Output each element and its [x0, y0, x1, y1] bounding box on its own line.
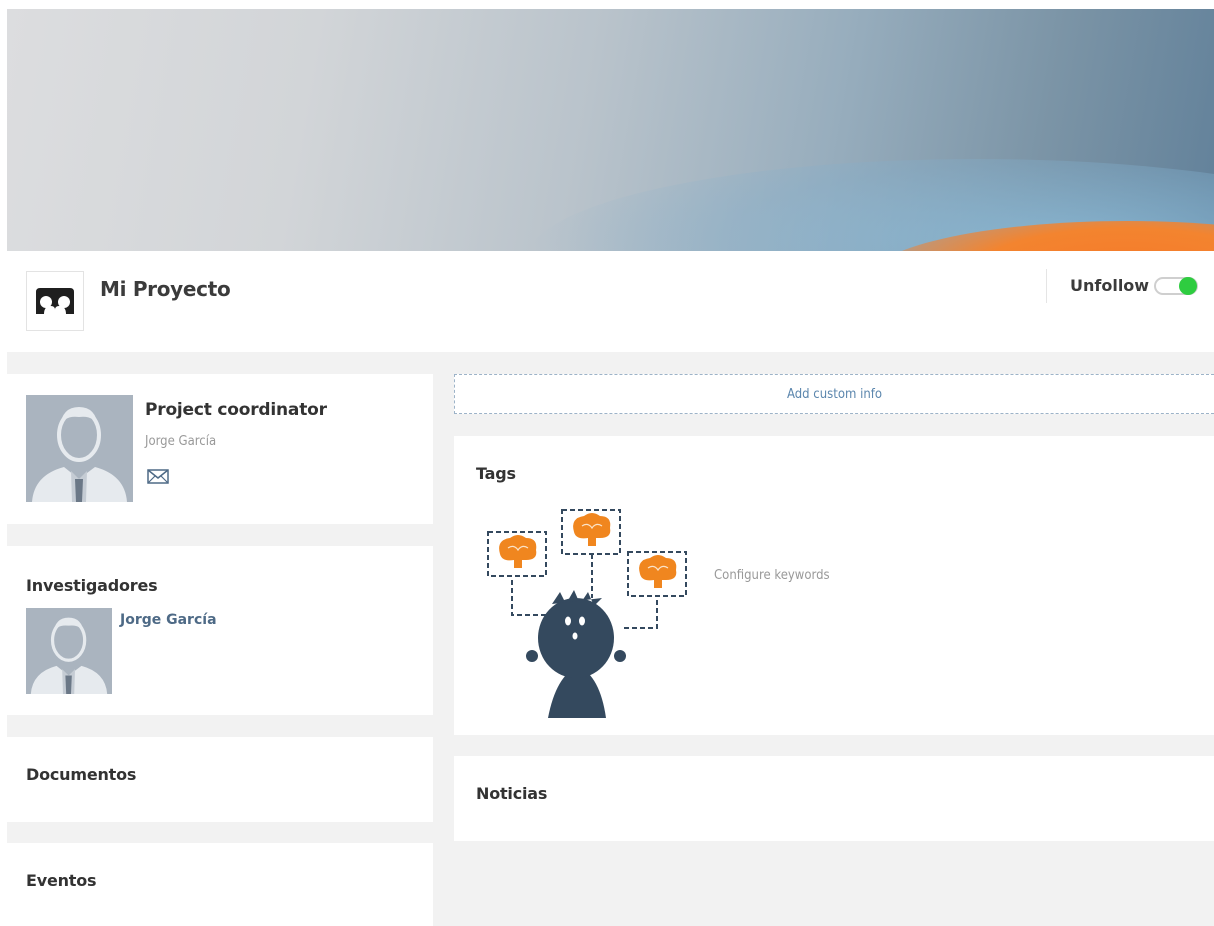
add-custom-info-button[interactable]: Add custom info: [454, 374, 1214, 414]
tags-heading: Tags: [476, 464, 516, 483]
researchers-heading: Investigadores: [26, 576, 158, 595]
main-content: Project coordinator Jorge García Investi…: [7, 352, 1214, 926]
unfollow-label[interactable]: Unfollow: [1070, 276, 1149, 295]
coordinator-card: Project coordinator Jorge García: [7, 374, 433, 524]
researchers-card: Investigadores Jorge García: [7, 546, 433, 715]
news-heading: Noticias: [476, 784, 548, 803]
documents-card: Documentos: [7, 737, 433, 822]
project-logo-icon: [36, 288, 74, 314]
project-header: Mi Proyecto Unfollow: [0, 251, 1214, 352]
news-card: Noticias: [454, 756, 1214, 841]
toggle-knob: [1179, 277, 1197, 295]
tags-card: Tags Configure keywords: [454, 436, 1214, 735]
coordinator-heading: Project coordinator: [145, 400, 327, 420]
mail-icon[interactable]: [147, 468, 169, 484]
keywords-illustration: [487, 509, 687, 718]
coordinator-name: Jorge García: [145, 434, 217, 449]
events-card: Eventos: [7, 843, 433, 926]
coordinator-avatar[interactable]: [26, 395, 133, 502]
cover-banner: [7, 9, 1214, 251]
follow-toggle[interactable]: [1154, 277, 1198, 295]
events-heading: Eventos: [26, 871, 97, 890]
researcher-avatar[interactable]: [26, 608, 112, 694]
documents-heading: Documentos: [26, 765, 137, 784]
researcher-name-link[interactable]: Jorge García: [120, 612, 217, 628]
project-logo: [26, 271, 84, 331]
project-title: Mi Proyecto: [100, 277, 231, 301]
configure-keywords-link[interactable]: Configure keywords: [714, 568, 830, 583]
divider: [1046, 269, 1047, 303]
